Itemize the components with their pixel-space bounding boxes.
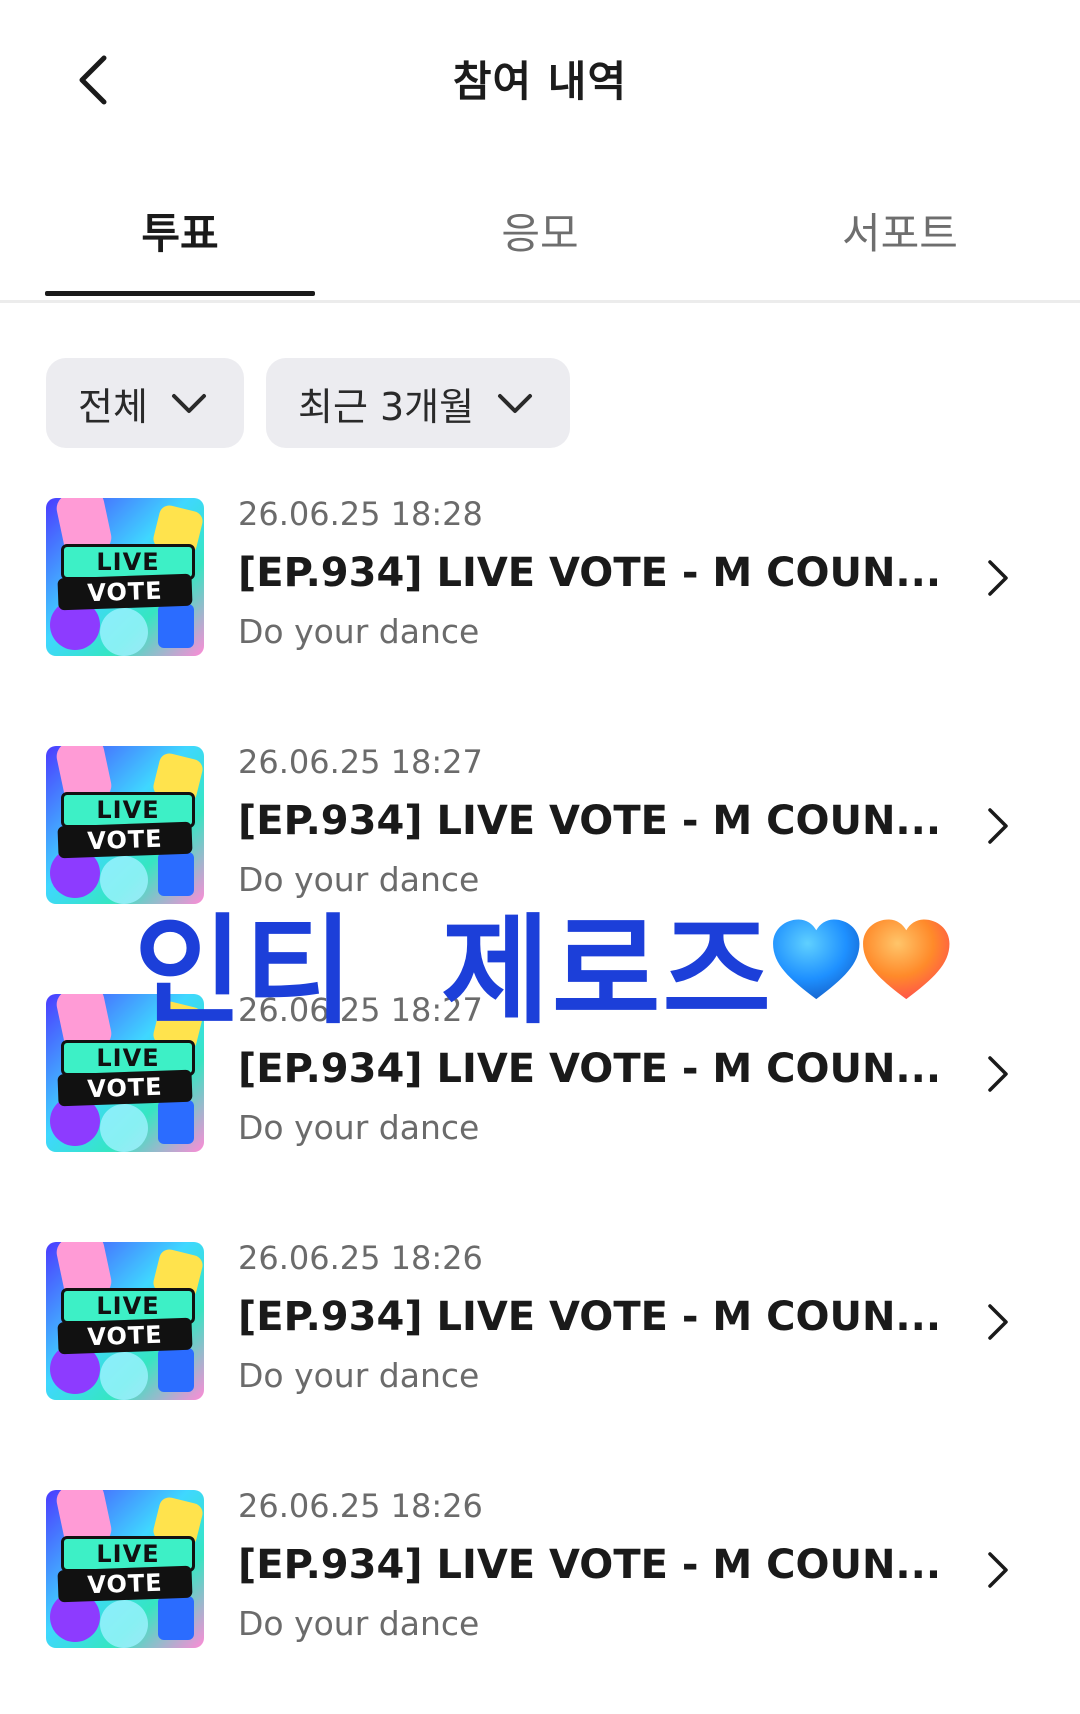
chevron-right-icon [988,1056,1008,1092]
item-title: [EP.934] LIVE VOTE - M COUN... [238,1294,942,1340]
tab-support[interactable]: 서포트 [750,200,1050,261]
list-item[interactable]: LIVE VOTE 26.06.25 18:28 [EP.934] LIVE V… [0,498,1080,688]
thumbnail-vote-text: VOTE [57,1069,193,1107]
chevron-right-icon [988,1304,1008,1340]
list-item[interactable]: LIVE VOTE 26.06.25 18:26 [EP.934] LIVE V… [0,1490,1080,1680]
overlay-caption: 인티 제로즈 [134,885,954,1040]
tab-vote[interactable]: 투표 [30,200,330,261]
filter-category-dropdown[interactable]: 전체 [46,358,244,448]
chevron-right-icon [988,808,1008,844]
item-title: [EP.934] LIVE VOTE - M COUN... [238,1046,942,1092]
item-title: [EP.934] LIVE VOTE - M COUN... [238,550,942,596]
item-date: 26.06.25 18:26 [238,1239,483,1277]
item-title: [EP.934] LIVE VOTE - M COUN... [238,798,942,844]
chevron-right-icon [988,1552,1008,1588]
item-date: 26.06.25 18:26 [238,1487,483,1525]
item-title: [EP.934] LIVE VOTE - M COUN... [238,1542,942,1588]
thumbnail-vote-text: VOTE [57,573,193,611]
vote-thumbnail: LIVE VOTE [46,498,204,656]
filter-category-label: 전체 [78,384,148,429]
thumbnail-vote-text: VOTE [57,1565,193,1603]
item-subtitle: Do your dance [238,1604,480,1643]
thumbnail-vote-text: VOTE [57,821,193,859]
item-date: 26.06.25 18:27 [238,743,483,781]
vote-thumbnail: LIVE VOTE [46,1242,204,1400]
filter-period-label: 최근 3개월 [298,384,475,429]
chevron-down-icon [171,394,206,413]
item-date: 26.06.25 18:28 [238,495,483,533]
list-item[interactable]: LIVE VOTE 26.06.25 18:26 [EP.934] LIVE V… [0,1242,1080,1432]
chevron-right-icon [988,560,1008,596]
blue-heart-icon [773,919,860,1000]
overlay-text: 인티 제로즈 [134,901,773,1040]
tab-bar: 투표 응모 서포트 [0,170,1080,303]
active-tab-indicator [45,291,315,296]
item-subtitle: Do your dance [238,1356,480,1395]
page-title: 참여 내역 [452,57,628,106]
item-subtitle: Do your dance [238,612,480,651]
filter-period-dropdown[interactable]: 최근 3개월 [266,358,570,448]
orange-heart-icon [863,919,950,1000]
thumbnail-vote-text: VOTE [57,1317,193,1355]
tab-entry[interactable]: 응모 [390,200,690,261]
chevron-down-icon [498,394,533,413]
header: 참여 내역 [0,0,1080,160]
vote-thumbnail: LIVE VOTE [46,1490,204,1648]
item-subtitle: Do your dance [238,1108,480,1147]
